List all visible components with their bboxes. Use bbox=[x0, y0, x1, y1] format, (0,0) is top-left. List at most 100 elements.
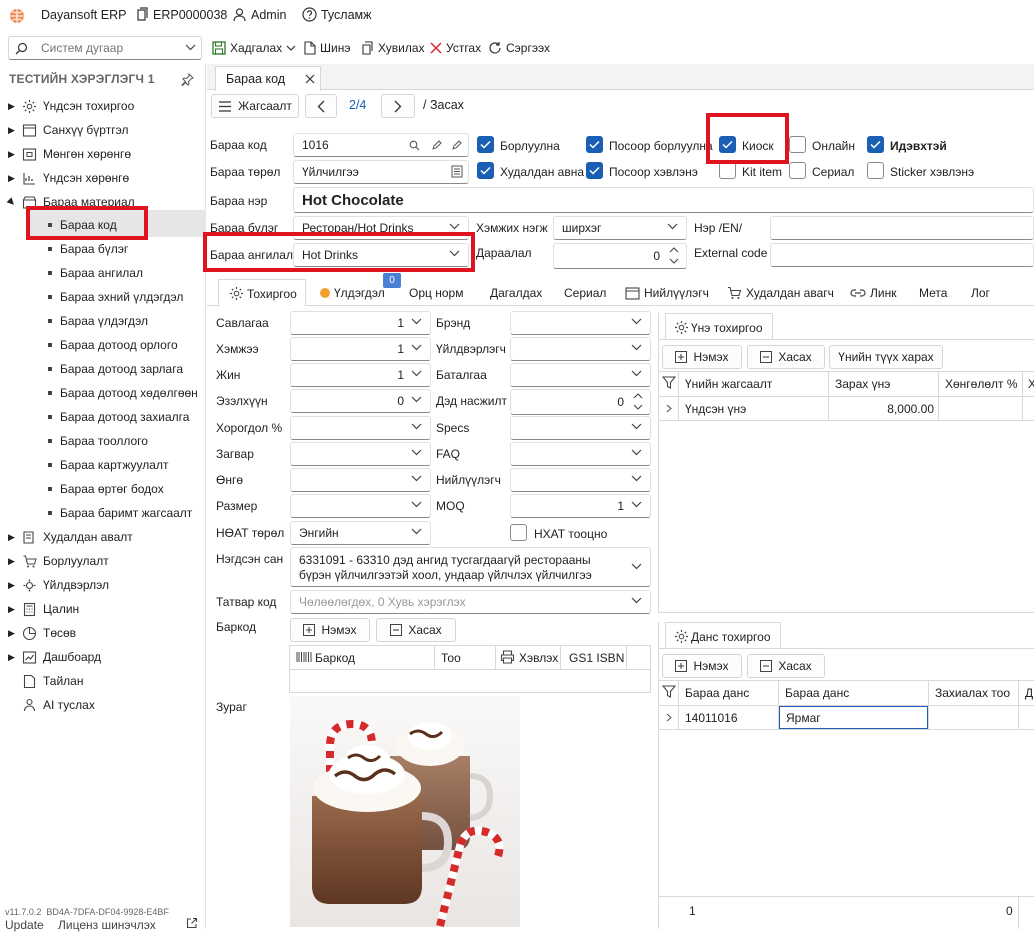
new-button[interactable]: Шинэ bbox=[304, 41, 350, 55]
faq-select[interactable] bbox=[510, 442, 651, 466]
account-col-order-qty[interactable]: Захиалах тоо bbox=[935, 686, 1010, 700]
refresh-button[interactable]: Сэргээх bbox=[488, 41, 550, 55]
barcode-col-gs1[interactable]: GS1 ISBN bbox=[569, 651, 624, 665]
subtab-link[interactable]: Линк bbox=[850, 286, 896, 300]
help-button[interactable]: Тусламж bbox=[302, 7, 372, 22]
sidebar-child-internal-income[interactable]: Бараа дотоод орлого bbox=[48, 333, 178, 357]
packaging-select[interactable]: 1 bbox=[290, 311, 431, 335]
dimension-select[interactable] bbox=[290, 494, 431, 518]
moq-select[interactable]: 1 bbox=[510, 494, 651, 518]
type-select[interactable]: Үйлчилгээ bbox=[293, 160, 469, 184]
subtab-log[interactable]: Лог bbox=[971, 286, 990, 300]
barcode-add-button[interactable]: Нэмэх bbox=[290, 618, 370, 642]
stepper-up-icon[interactable] bbox=[669, 246, 679, 253]
kit-item-checkbox[interactable] bbox=[719, 162, 736, 179]
subtab-serial[interactable]: Сериал bbox=[564, 286, 606, 300]
weight-select[interactable]: 1 bbox=[290, 363, 431, 387]
sidebar-child-document-list[interactable]: Бараа баримт жагсаалт bbox=[48, 501, 192, 525]
size-select[interactable]: 1 bbox=[290, 337, 431, 361]
sidebar-item-dashboard[interactable]: ▶ Дашбоард bbox=[8, 645, 101, 669]
sidebar-item-settings[interactable]: ▶ Үндсэн тохиргоо bbox=[8, 94, 134, 118]
subtab-accessories[interactable]: Дагалдах bbox=[490, 286, 542, 300]
sidebar-child-costing[interactable]: Бараа өртөг бодох bbox=[48, 477, 164, 501]
account-remove-button[interactable]: Хасах bbox=[747, 654, 825, 678]
sidebar-child-item-group[interactable]: Бараа бүлэг bbox=[48, 237, 128, 261]
sidebar-child-balance[interactable]: Бараа үлдэгдэл bbox=[48, 309, 148, 333]
barcode-col-qty[interactable]: Тоо bbox=[441, 651, 461, 665]
color-select[interactable] bbox=[290, 468, 431, 492]
chevron-down-icon[interactable] bbox=[631, 563, 642, 570]
chevron-down-icon[interactable] bbox=[631, 370, 642, 377]
pos-sell-checkbox[interactable] bbox=[586, 136, 603, 153]
external-link-icon[interactable] bbox=[186, 917, 198, 929]
price-col-extra[interactable]: Х bbox=[1028, 377, 1034, 391]
stepper-down-icon[interactable] bbox=[669, 258, 679, 265]
sidebar-child-item-category[interactable]: Бараа ангилал bbox=[48, 261, 143, 285]
unit-select[interactable]: ширхэг bbox=[553, 216, 687, 240]
warranty-select[interactable] bbox=[510, 363, 651, 387]
list-button[interactable]: Жагсаалт bbox=[211, 94, 299, 118]
chevron-down-icon[interactable] bbox=[411, 396, 422, 403]
sidebar-child-internal-order[interactable]: Бараа дотоод захиалга bbox=[48, 405, 189, 429]
active-checkbox[interactable] bbox=[867, 136, 884, 153]
subtab-settings[interactable]: Тохиргоо bbox=[218, 279, 306, 306]
barcode-col-barcode[interactable]: Баркод bbox=[315, 651, 355, 665]
chevron-down-icon[interactable] bbox=[411, 449, 422, 456]
sidebar-item-ai-assistant[interactable]: AI туслах bbox=[22, 693, 95, 717]
chevron-down-icon[interactable] bbox=[631, 501, 642, 508]
sell-checkbox[interactable] bbox=[477, 136, 494, 153]
copy-button[interactable]: Хувилах bbox=[360, 41, 425, 55]
specs-select[interactable] bbox=[510, 416, 651, 440]
manufacturer-select[interactable] bbox=[510, 337, 651, 361]
chevron-down-icon[interactable] bbox=[631, 449, 642, 456]
name-en-input[interactable] bbox=[770, 216, 1034, 240]
code-input[interactable]: 1016 bbox=[293, 133, 469, 157]
product-image[interactable] bbox=[290, 696, 520, 927]
sidebar-child-carding[interactable]: Бараа картжуулалт bbox=[48, 453, 168, 477]
license-renew-link[interactable]: Лиценз шинэчлэх bbox=[58, 918, 156, 932]
nhat-checkbox[interactable] bbox=[510, 524, 527, 541]
chevron-right-icon[interactable] bbox=[666, 713, 672, 722]
search-icon[interactable] bbox=[409, 140, 420, 151]
sidebar-item-cash[interactable]: ▶ Мөнгөн хөрөнгө bbox=[8, 142, 131, 166]
stepper-down-icon[interactable] bbox=[633, 404, 643, 411]
account-col-extra[interactable]: Д bbox=[1025, 686, 1033, 700]
sticker-print-checkbox[interactable] bbox=[867, 162, 884, 179]
chevron-down-icon[interactable] bbox=[449, 223, 460, 230]
purchase-checkbox[interactable] bbox=[477, 162, 494, 179]
tab-item-code[interactable]: Бараа код bbox=[215, 66, 321, 91]
chevron-down-icon[interactable] bbox=[631, 423, 642, 430]
consolidated-select[interactable]: 6331091 - 63310 дэд ангид тусгагдаагүй р… bbox=[290, 547, 651, 587]
subtab-recipe[interactable]: Орц норм bbox=[409, 286, 463, 300]
chevron-down-icon[interactable] bbox=[631, 344, 642, 351]
price-history-button[interactable]: Үнийн түүх харах bbox=[829, 345, 943, 369]
sidebar-item-finance[interactable]: ▶ Санхүү бүртгэл bbox=[8, 118, 128, 142]
supplier-select[interactable] bbox=[510, 468, 651, 492]
chevron-down-icon[interactable] bbox=[411, 501, 422, 508]
model-select[interactable] bbox=[290, 442, 431, 466]
sidebar-child-opening-balance[interactable]: Бараа эхний үлдэгдэл bbox=[48, 285, 183, 309]
chevron-down-icon[interactable] bbox=[411, 344, 422, 351]
delete-button[interactable]: Устгах bbox=[430, 41, 481, 55]
chevron-down-icon[interactable] bbox=[631, 475, 642, 482]
account-add-button[interactable]: Нэмэх bbox=[662, 654, 742, 678]
volume-select[interactable]: 0 bbox=[290, 389, 431, 413]
subtab-supplier[interactable]: Нийлүүлэгч bbox=[625, 286, 709, 300]
chevron-down-icon[interactable] bbox=[411, 475, 422, 482]
sidebar-item-purchase[interactable]: ▶ Худалдан авалт bbox=[8, 525, 133, 549]
subtab-balance[interactable]: Үлдэгдэл bbox=[320, 286, 385, 300]
save-button[interactable]: Хадгалах bbox=[212, 41, 296, 55]
loss-select[interactable] bbox=[290, 416, 431, 440]
chevron-down-icon[interactable] bbox=[631, 318, 642, 325]
account-col-account[interactable]: Бараа данс bbox=[685, 686, 749, 700]
search-input[interactable] bbox=[39, 40, 179, 56]
price-col-sale-price[interactable]: Зарах үнэ bbox=[835, 377, 890, 391]
close-tab-icon[interactable] bbox=[305, 74, 315, 84]
edit-icon[interactable] bbox=[431, 139, 443, 151]
vat-type-select[interactable]: Энгийн bbox=[290, 521, 431, 545]
price-panel-tab[interactable]: Үнэ тохиргоо bbox=[665, 313, 773, 340]
sidebar-item-reports[interactable]: Тайлан bbox=[22, 669, 83, 693]
stepper-up-icon[interactable] bbox=[633, 392, 643, 399]
sidebar-child-internal-movement[interactable]: Бараа дотоод хөдөлгөөн bbox=[48, 381, 198, 405]
sidebar-item-sales[interactable]: ▶ Борлуулалт bbox=[8, 549, 109, 573]
